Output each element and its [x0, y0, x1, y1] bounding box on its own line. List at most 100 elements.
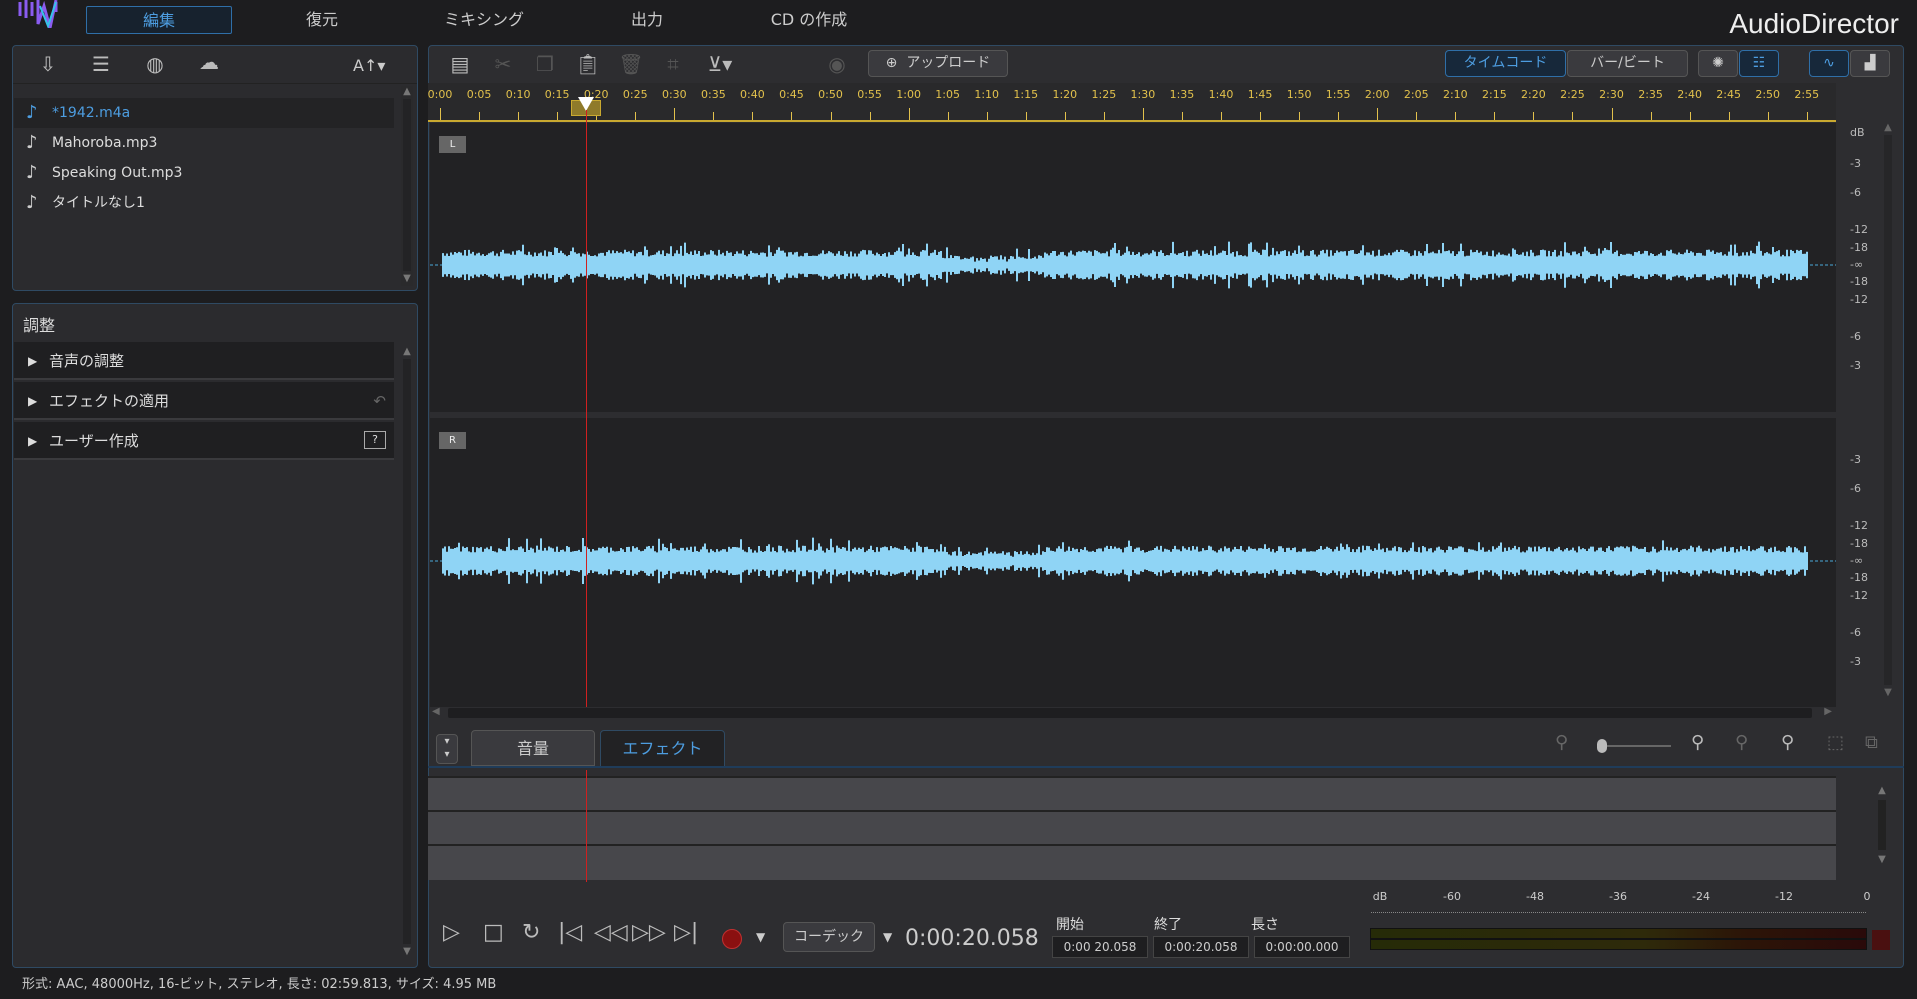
db-mark: -6 — [1850, 330, 1861, 343]
item-label: 音声の調整 — [49, 352, 124, 370]
file-item[interactable]: ♪*1942.m4a — [14, 98, 394, 128]
adjust-item-user[interactable]: ▶ユーザー作成? — [14, 422, 394, 460]
timecode-button[interactable]: タイムコード — [1445, 50, 1566, 77]
broadcast-icon[interactable]: ◉ — [822, 52, 852, 76]
zoom-in-vertical-icon[interactable]: ⚲ — [1781, 732, 1794, 753]
file-item[interactable]: ♪Mahoroba.mp3 — [14, 128, 394, 158]
rewind-button[interactable]: ◁◁ — [594, 920, 628, 945]
vertical-scrollbar[interactable]: ▲▼ — [1882, 122, 1894, 702]
envelope-scrollbar[interactable]: ▲▼ — [1876, 785, 1888, 875]
cloud-icon[interactable]: ☁ — [194, 50, 224, 74]
db-mark: -12 — [1850, 519, 1868, 532]
wave-display-icon[interactable]: ∿ — [1809, 50, 1849, 77]
waveform-view-icon[interactable]: ✺ — [1698, 50, 1738, 77]
ruler-tick — [1338, 112, 1339, 120]
ruler-label: 1:45 — [1248, 88, 1273, 101]
ruler-tick — [1221, 112, 1222, 120]
extract-icon[interactable]: ☰ — [86, 52, 116, 76]
fast-forward-button[interactable]: ▷▷ — [632, 920, 666, 945]
level-meter — [1370, 928, 1867, 950]
length-field[interactable]: 0:00:00.000 — [1254, 936, 1350, 958]
tab-edit[interactable]: 編集 — [86, 6, 232, 34]
upload-button[interactable]: ⊕ アップロード — [868, 50, 1008, 77]
tab-volume[interactable]: 音量 — [471, 730, 595, 766]
loop-button[interactable]: ↻ — [522, 920, 540, 945]
playhead-marker-icon[interactable] — [578, 97, 594, 111]
go-end-button[interactable]: ▷| — [674, 920, 698, 945]
marker-icon[interactable]: ⊻▾ — [705, 52, 735, 76]
start-field[interactable]: 0:00 20.058 — [1052, 936, 1148, 958]
paste-icon[interactable]: 📋︎ — [573, 52, 603, 76]
file-name: タイトルなし1 — [52, 195, 145, 211]
copy-icon[interactable]: ❐ — [530, 52, 560, 76]
tab-output[interactable]: 出力 — [574, 6, 720, 34]
app-title: AudioDirector — [1729, 8, 1899, 40]
library-panel: ⇩ ☰ ◍ ☁ A↑▾ ♪*1942.m4a ♪Mahoroba.mp3 ♪Sp… — [12, 45, 418, 291]
zoom-out-horizontal-icon[interactable]: ⚲ — [1555, 732, 1568, 753]
music-note-icon: ♪ — [26, 98, 38, 128]
help-icon[interactable]: ? — [364, 431, 386, 449]
file-item[interactable]: ♪Speaking Out.mp3 — [14, 158, 394, 188]
undo-icon[interactable]: ↶ — [373, 382, 386, 420]
codec-button[interactable]: コーデック — [783, 922, 875, 952]
zoom-out-vertical-icon[interactable]: ⚲ — [1735, 732, 1748, 753]
ruler-tick — [1612, 108, 1613, 120]
db-mark: -18 — [1850, 241, 1868, 254]
go-start-button[interactable]: |◁ — [558, 920, 582, 945]
cut-icon[interactable]: ✂ — [488, 52, 518, 76]
ruler-tick — [752, 112, 753, 120]
import-icon[interactable]: ⇩ — [33, 52, 63, 76]
expand-icon: ▶ — [28, 422, 37, 460]
library-scrollbar[interactable]: ▲▼ — [401, 86, 413, 286]
end-field[interactable]: 0:00:20.058 — [1153, 936, 1249, 958]
db-mark: -3 — [1850, 453, 1861, 466]
stop-button[interactable]: □ — [483, 920, 504, 945]
font-size-button[interactable]: A↑▾ — [353, 56, 385, 75]
properties-icon[interactable]: ▤ — [445, 52, 475, 76]
collapse-button[interactable]: ▾▾ — [436, 734, 458, 764]
tab-cd[interactable]: CD の作成 — [736, 6, 882, 34]
spectrum-display-icon[interactable]: ▟ — [1850, 50, 1890, 77]
zoom-in-horizontal-icon[interactable]: ⚲ — [1691, 732, 1704, 753]
effect-envelope-area[interactable] — [428, 776, 1836, 880]
tab-effect[interactable]: エフェクト — [600, 730, 725, 767]
fit-icon[interactable]: ⬚ — [1827, 732, 1844, 753]
record-button[interactable] — [722, 929, 742, 949]
zoom-selection-icon[interactable]: ⧉ — [1865, 732, 1878, 753]
codec-dropdown-icon[interactable]: ▼ — [883, 930, 892, 944]
horizontal-scrollbar[interactable]: ◀▶ — [432, 706, 1832, 720]
ruler-label: 2:00 — [1365, 88, 1390, 101]
ruler-tick — [870, 112, 871, 120]
db-mark: -12 — [1850, 589, 1868, 602]
file-item[interactable]: ♪タイトルなし1 — [14, 188, 394, 218]
waveform[interactable] — [430, 123, 1836, 707]
delete-icon[interactable]: 🗑︎ — [616, 52, 646, 76]
download-globe-icon[interactable]: ◍ — [140, 52, 170, 76]
bar-beat-button[interactable]: バー/ビート — [1567, 50, 1688, 77]
zoom-slider[interactable] — [1599, 745, 1671, 747]
file-name: Speaking Out.mp3 — [52, 165, 182, 181]
db-mark: -18 — [1850, 537, 1868, 550]
play-button[interactable]: ▷ — [443, 920, 460, 945]
ruler-tick — [1690, 112, 1691, 120]
multitrack-view-icon[interactable]: ☷ — [1739, 50, 1779, 77]
record-dropdown-icon[interactable]: ▼ — [756, 930, 765, 944]
ruler-tick — [948, 112, 949, 120]
ruler-label: 1:00 — [896, 88, 921, 101]
ruler-label: 0:35 — [701, 88, 726, 101]
ruler-tick — [1572, 112, 1573, 120]
zoom-slider-thumb[interactable] — [1597, 739, 1607, 753]
ruler-label: 1:20 — [1052, 88, 1077, 101]
crop-icon[interactable]: ⌗ — [658, 52, 688, 76]
ruler-tick — [909, 108, 910, 120]
adjust-item-effects[interactable]: ▶エフェクトの適用↶ — [14, 382, 394, 420]
db-mark: -∞ — [1850, 554, 1863, 567]
adjust-scrollbar[interactable]: ▲▼ — [401, 346, 413, 961]
db-mark: -3 — [1850, 157, 1861, 170]
globe-icon: ⊕ — [886, 55, 898, 71]
ruler-tick — [1143, 108, 1144, 120]
tab-mixing[interactable]: ミキシング — [411, 6, 557, 34]
tab-restore[interactable]: 復元 — [249, 6, 395, 34]
adjust-item-audio[interactable]: ▶音声の調整 — [14, 342, 394, 380]
ruler-label: 0:45 — [779, 88, 804, 101]
